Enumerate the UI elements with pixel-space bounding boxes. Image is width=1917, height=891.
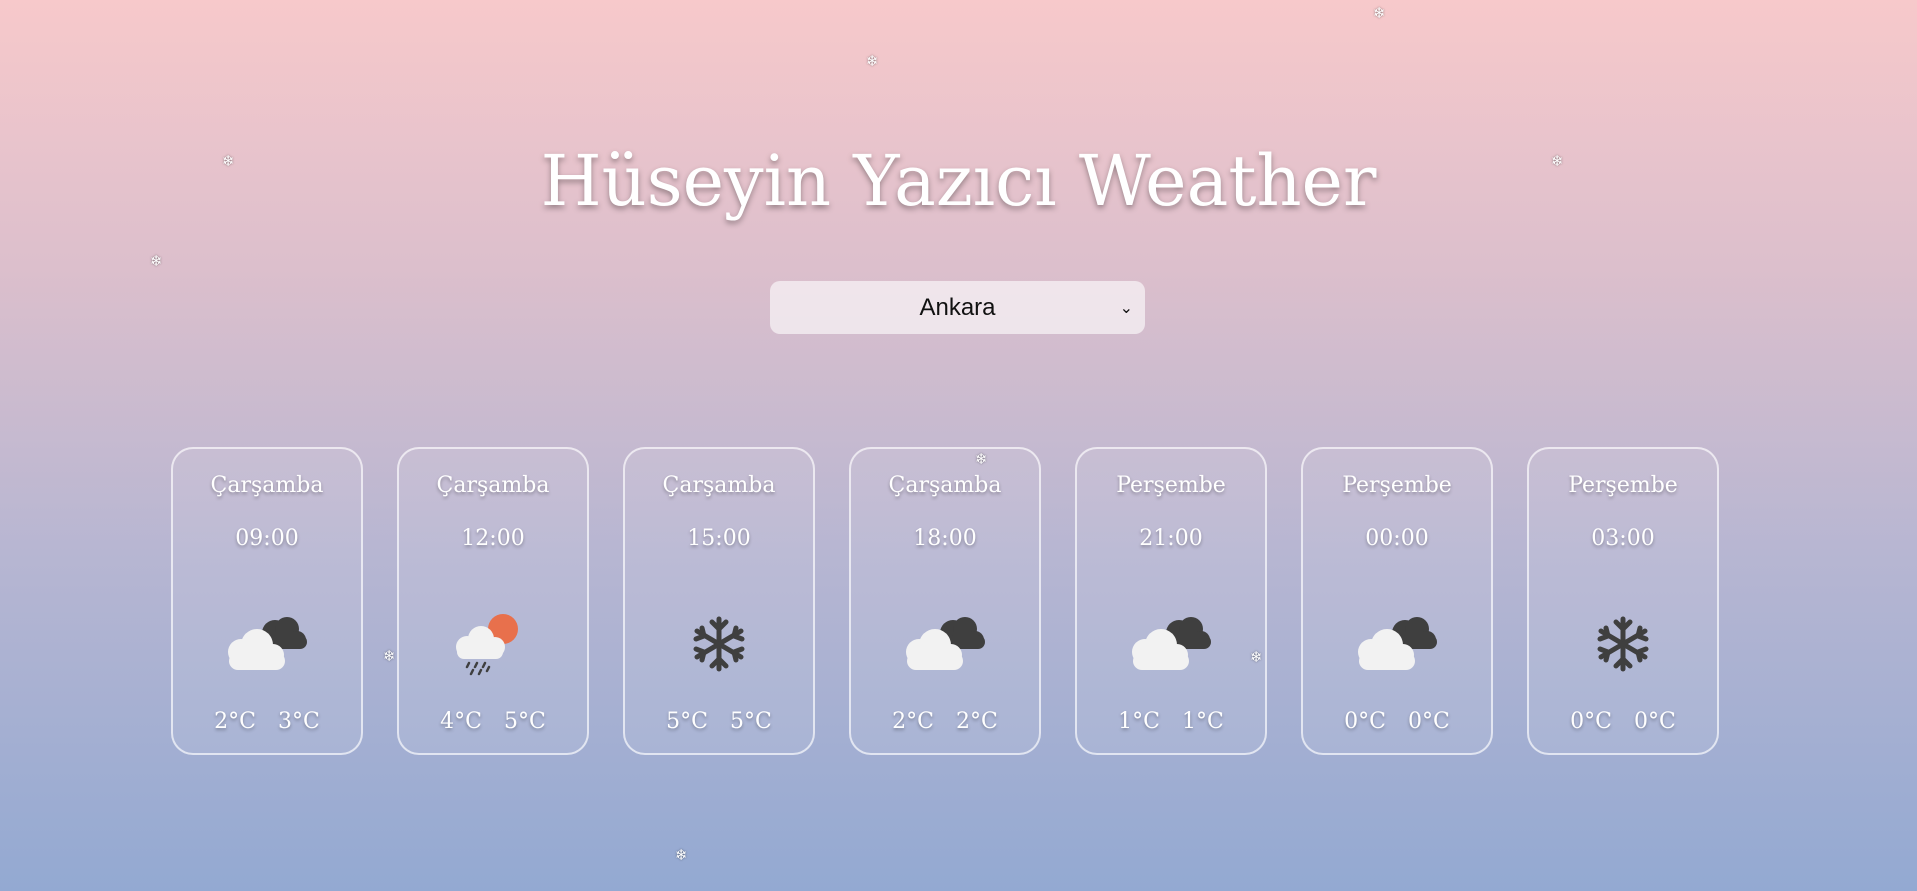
cloudy-icon bbox=[228, 617, 307, 670]
forecast-temps: 2°C 2°C bbox=[851, 709, 1039, 734]
forecast-card: Çarşamba 18:00 2°C 2°C bbox=[849, 447, 1041, 755]
temp-max: 0°C bbox=[1634, 709, 1676, 734]
forecast-card: Perşembe 21:00 1°C 1°C bbox=[1075, 447, 1267, 755]
snowflake-decor-icon: ❄ bbox=[1373, 4, 1386, 22]
temp-min: 0°C bbox=[1344, 709, 1386, 734]
snowflake-decor-icon: ❄ bbox=[383, 647, 396, 665]
temp-max: 0°C bbox=[1408, 709, 1450, 734]
temp-max: 5°C bbox=[730, 709, 772, 734]
forecast-temps: 5°C 5°C bbox=[625, 709, 813, 734]
snowflake-decor-icon: ❄ bbox=[975, 450, 988, 468]
forecast-temps: 4°C 5°C bbox=[399, 709, 587, 734]
temp-min: 2°C bbox=[892, 709, 934, 734]
forecast-day: Çarşamba bbox=[888, 473, 1002, 498]
cloudy-icon bbox=[906, 617, 985, 670]
city-select-value: Ankara bbox=[919, 293, 996, 321]
snowflake-decor-icon: ❄ bbox=[866, 52, 879, 70]
forecast-time: 21:00 bbox=[1139, 526, 1203, 551]
forecast-time: 03:00 bbox=[1591, 526, 1655, 551]
forecast-temps: 0°C 0°C bbox=[1529, 709, 1717, 734]
page-title: Hüseyin Yazıcı Weather bbox=[540, 140, 1377, 222]
temp-max: 3°C bbox=[278, 709, 320, 734]
snowflake-decor-icon: ❄ bbox=[1551, 152, 1564, 170]
forecast-cards: Çarşamba 09:00 2°C 3°C Çarşamba 12:00 4°… bbox=[171, 447, 1719, 755]
forecast-day: Perşembe bbox=[1568, 473, 1678, 498]
forecast-card: Çarşamba 15:00 5°C 5°C bbox=[623, 447, 815, 755]
temp-min: 1°C bbox=[1118, 709, 1160, 734]
forecast-day: Çarşamba bbox=[436, 473, 550, 498]
forecast-temps: 2°C 3°C bbox=[173, 709, 361, 734]
snowflake-decor-icon: ❄ bbox=[222, 152, 235, 170]
forecast-temps: 0°C 0°C bbox=[1303, 709, 1491, 734]
rain-sun-icon bbox=[456, 614, 518, 676]
forecast-card: Çarşamba 09:00 2°C 3°C bbox=[171, 447, 363, 755]
forecast-day: Çarşamba bbox=[662, 473, 776, 498]
forecast-card: Çarşamba 12:00 4°C 5°C bbox=[397, 447, 589, 755]
forecast-time: 00:00 bbox=[1365, 526, 1429, 551]
cloudy-icon bbox=[1132, 617, 1211, 670]
chevron-down-icon: ⌄ bbox=[1119, 299, 1133, 317]
snowflake-decor-icon: ❄ bbox=[1250, 648, 1263, 666]
forecast-temps: 1°C 1°C bbox=[1077, 709, 1265, 734]
temp-min: 0°C bbox=[1570, 709, 1612, 734]
forecast-card: Perşembe 00:00 0°C 0°C bbox=[1301, 447, 1493, 755]
temp-max: 1°C bbox=[1182, 709, 1224, 734]
forecast-day: Perşembe bbox=[1342, 473, 1452, 498]
snowflake-icon bbox=[1597, 616, 1649, 672]
forecast-day: Perşembe bbox=[1116, 473, 1226, 498]
forecast-card: Perşembe 03:00 0°C 0°C bbox=[1527, 447, 1719, 755]
forecast-day: Çarşamba bbox=[210, 473, 324, 498]
temp-min: 2°C bbox=[214, 709, 256, 734]
forecast-time: 12:00 bbox=[461, 526, 525, 551]
cloudy-icon bbox=[1358, 617, 1437, 670]
forecast-time: 15:00 bbox=[687, 526, 751, 551]
temp-min: 5°C bbox=[666, 709, 708, 734]
forecast-time: 18:00 bbox=[913, 526, 977, 551]
temp-max: 2°C bbox=[956, 709, 998, 734]
city-select[interactable]: Ankara ⌄ bbox=[770, 281, 1145, 334]
snowflake-icon bbox=[693, 616, 745, 672]
snowflake-decor-icon: ❄ bbox=[675, 846, 688, 864]
forecast-time: 09:00 bbox=[235, 526, 299, 551]
temp-min: 4°C bbox=[440, 709, 482, 734]
snowflake-decor-icon: ❄ bbox=[150, 252, 163, 270]
temp-max: 5°C bbox=[504, 709, 546, 734]
